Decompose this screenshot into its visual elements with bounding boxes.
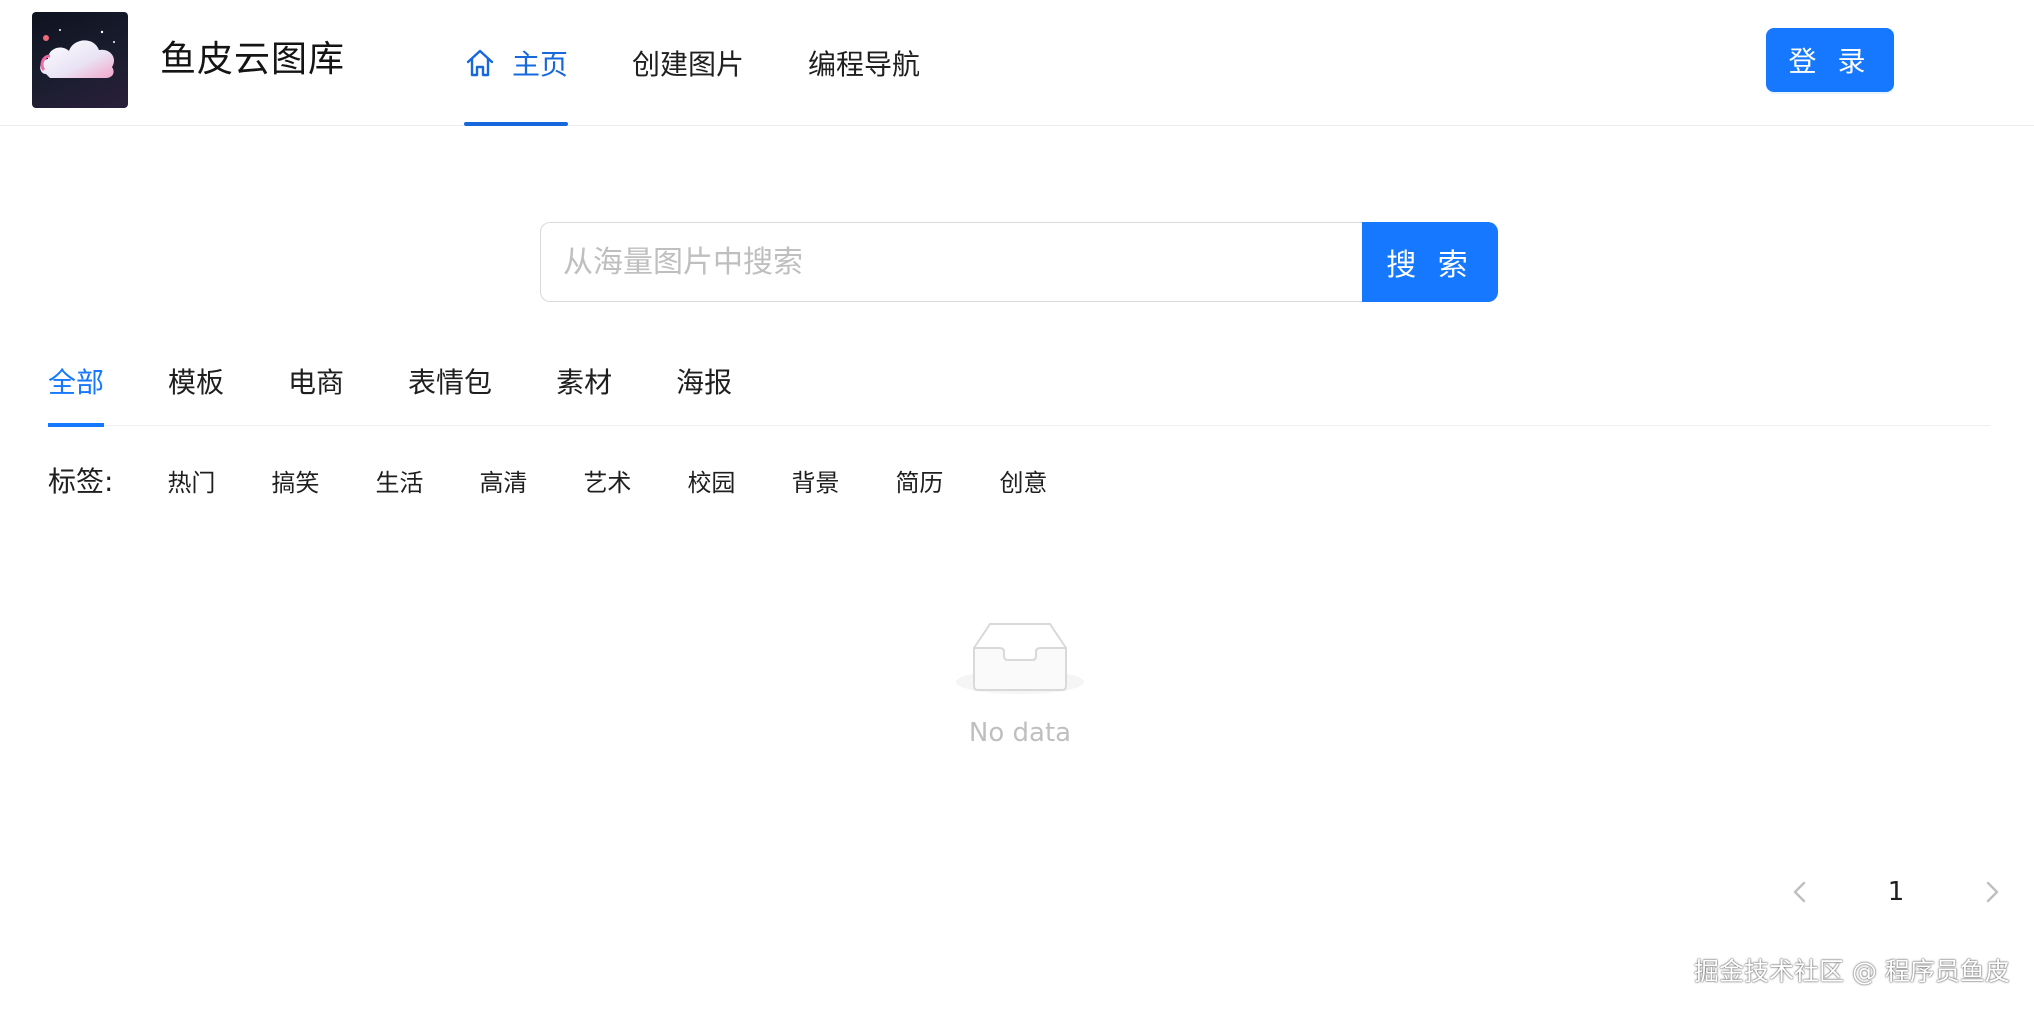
tag-creative[interactable]: 创意 bbox=[989, 457, 1057, 504]
nav-item-home[interactable]: 主页 bbox=[464, 0, 569, 126]
search-bar: 搜 索 bbox=[540, 222, 1498, 302]
tag-resume[interactable]: 简历 bbox=[885, 457, 953, 504]
page: 鱼皮云图库 主页 创建图片 编程导航 登 录 搜 索 全部 模板 电商 表情包 bbox=[0, 0, 2034, 1012]
nav-item-label: 创建图片 bbox=[632, 48, 745, 81]
tag-row: 标签: 热门 搞笑 生活 高清 艺术 校园 背景 简历 创意 bbox=[48, 458, 1093, 502]
nav-item-create-image[interactable]: 创建图片 bbox=[632, 0, 744, 126]
nav-item-label: 主页 bbox=[512, 48, 569, 81]
category-tabs: 全部 模板 电商 表情包 素材 海报 bbox=[48, 344, 1990, 427]
nav-item-coding-nav[interactable]: 编程导航 bbox=[808, 0, 920, 126]
tag-hot[interactable]: 热门 bbox=[157, 457, 225, 504]
top-header: 鱼皮云图库 主页 创建图片 编程导航 登 录 bbox=[0, 0, 2034, 126]
tag-life[interactable]: 生活 bbox=[365, 457, 433, 504]
tab-material[interactable]: 素材 bbox=[556, 344, 612, 426]
main-nav: 主页 创建图片 编程导航 bbox=[464, 0, 984, 126]
search-button[interactable]: 搜 索 bbox=[1362, 222, 1498, 302]
logo[interactable] bbox=[32, 12, 128, 108]
tab-poster[interactable]: 海报 bbox=[676, 344, 732, 426]
tag-funny[interactable]: 搞笑 bbox=[261, 457, 329, 504]
next-page-button[interactable] bbox=[1970, 870, 2014, 914]
chevron-left-icon bbox=[1793, 881, 1806, 903]
tag-label: 标签: bbox=[48, 465, 114, 498]
search-input[interactable] bbox=[540, 222, 1362, 302]
brand-name: 鱼皮云图库 bbox=[160, 39, 346, 80]
watermark: 掘金技术社区 @ 程序员鱼皮 bbox=[1694, 957, 2010, 986]
tag-background[interactable]: 背景 bbox=[781, 457, 849, 504]
tab-all[interactable]: 全部 bbox=[48, 344, 105, 427]
home-icon bbox=[466, 49, 494, 77]
pagination: 1 bbox=[1778, 870, 2014, 914]
chevron-right-icon bbox=[1986, 881, 1999, 903]
login-button[interactable]: 登 录 bbox=[1766, 28, 1894, 92]
empty-text: No data bbox=[968, 718, 1072, 748]
tag-campus[interactable]: 校园 bbox=[677, 457, 745, 504]
cloud-logo-icon bbox=[40, 29, 115, 78]
page-number-current[interactable]: 1 bbox=[1874, 870, 1918, 914]
empty-state: No data bbox=[940, 612, 1100, 762]
prev-page-button[interactable] bbox=[1778, 870, 1822, 914]
empty-inbox-icon bbox=[956, 623, 1084, 694]
tab-template[interactable]: 模板 bbox=[168, 344, 224, 426]
tab-emoji[interactable]: 表情包 bbox=[408, 344, 492, 426]
tag-hd[interactable]: 高清 bbox=[469, 457, 537, 504]
nav-item-label: 编程导航 bbox=[808, 48, 921, 81]
tag-art[interactable]: 艺术 bbox=[573, 457, 641, 504]
tab-ecommerce[interactable]: 电商 bbox=[288, 344, 344, 426]
